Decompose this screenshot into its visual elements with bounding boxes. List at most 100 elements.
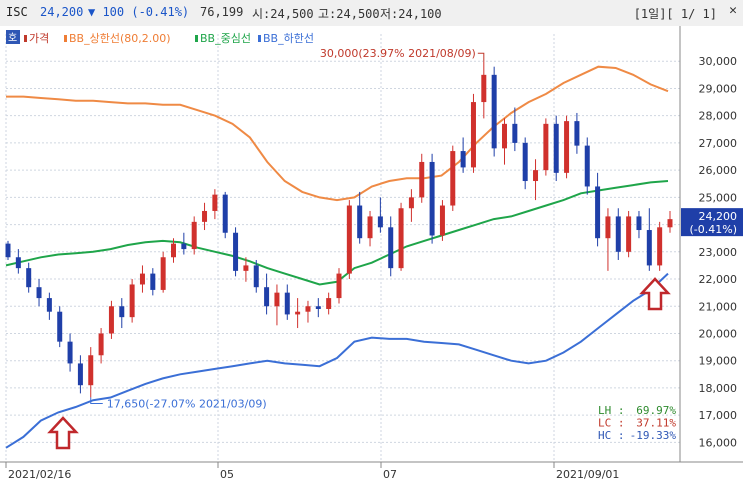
candle-body (553, 123, 559, 173)
candle-body (429, 161, 435, 236)
period-range[interactable]: [1일][ 1/ 1] (634, 5, 717, 22)
candle-body (595, 186, 601, 239)
candle-body (243, 265, 249, 271)
candle-body (398, 208, 404, 269)
candle-body (274, 292, 280, 307)
chart-background (0, 26, 743, 483)
stat-label: LH : (598, 404, 625, 417)
candle-body (367, 216, 373, 239)
candle-body (171, 243, 176, 258)
y-tick-label: 28,000 (699, 110, 738, 123)
x-tick-label: 2021/09/01 (556, 468, 619, 481)
candle-body (574, 121, 580, 146)
candle-body (108, 306, 114, 334)
quote-bar: ISC 24,200 ▼ 100 (-0.41%) 76,199 시:24,50… (0, 0, 743, 27)
candle-body (15, 257, 21, 269)
candle-body (460, 151, 466, 168)
candle-body (295, 311, 301, 315)
candle-body (481, 74, 487, 103)
candle-body (377, 216, 383, 228)
candle-body (439, 205, 445, 236)
stat-label: HC : (598, 429, 625, 442)
legend-corner-label: 호 (8, 32, 17, 44)
candle-body (160, 257, 166, 290)
candle-body (336, 273, 342, 299)
candle-body (77, 363, 83, 386)
candle-body (626, 216, 632, 252)
candle-body (533, 170, 539, 182)
volume: 76,199 (200, 5, 244, 19)
high-price: 고:24,500 (318, 7, 380, 21)
current-change-label: (-0.41%) (690, 223, 738, 236)
y-tick-label: 26,000 (699, 164, 738, 177)
candle-body (67, 341, 73, 364)
candle-body (326, 298, 332, 309)
candle-body (222, 194, 228, 233)
legend-item-label: BB_하한선 (263, 31, 314, 45)
candle-body (646, 230, 652, 266)
stat-label: LC : (598, 417, 625, 430)
candle-body (502, 123, 507, 149)
candle-body (657, 227, 663, 266)
ticker-symbol: ISC (6, 5, 28, 19)
low-annotation-label: 17,650(-27.07% 2021/03/09) (107, 397, 267, 410)
candle-body (26, 268, 32, 288)
legend-item-label: 가격 (29, 32, 49, 45)
candle-body (5, 243, 11, 258)
candle-body (36, 287, 42, 299)
legend-item-label: BB_중심선 (200, 32, 251, 45)
price-change: ▼ 100 (-0.41%) (88, 5, 190, 19)
candle-body (491, 74, 497, 149)
candle-body (605, 216, 611, 239)
candle-body (88, 355, 94, 386)
y-tick-label: 18,000 (699, 382, 738, 395)
low-price: 저:24,100 (380, 7, 442, 21)
y-tick-label: 23,000 (699, 246, 738, 259)
legend-swatch (195, 35, 198, 42)
y-tick-label: 22,000 (699, 273, 738, 286)
y-tick-label: 29,000 (699, 82, 738, 95)
candle-body (419, 161, 425, 198)
high-annotation-label: 30,000(23.97% 2021/08/09) (320, 47, 476, 60)
candle-body (584, 145, 590, 187)
x-tick-label: 05 (220, 468, 234, 481)
candle-body (543, 123, 549, 171)
last-price: 24,200 (40, 5, 84, 19)
candle-body (119, 306, 125, 318)
legend-swatch (24, 35, 27, 42)
candle-body (212, 194, 218, 211)
candle-body (388, 227, 394, 269)
candle-body (315, 306, 321, 309)
chart-window: ISC 24,200 ▼ 100 (-0.41%) 76,199 시:24,50… (0, 0, 743, 483)
candle-body (450, 151, 456, 206)
x-tick-label: 07 (383, 468, 397, 481)
candle-body (98, 333, 104, 356)
current-price-label: 24,200 (699, 210, 738, 223)
y-tick-label: 30,000 (699, 55, 738, 68)
legend-item-label: BB_상한선(80,2.00) (69, 32, 171, 45)
candle-body (181, 243, 187, 250)
y-tick-label: 17,000 (699, 409, 738, 422)
open-price: 시:24,500 (252, 7, 314, 21)
y-tick-label: 20,000 (699, 327, 738, 340)
candle-body (150, 273, 156, 290)
x-tick-label: 2021/02/16 (8, 468, 71, 481)
y-tick-label: 19,000 (699, 355, 738, 368)
y-tick-label: 27,000 (699, 137, 738, 150)
candle-body (57, 311, 63, 342)
y-tick-label: 16,000 (699, 436, 738, 449)
candle-body (512, 123, 518, 143)
legend-swatch (258, 35, 261, 42)
candle-body (357, 205, 363, 239)
close-icon[interactable]: ✕ (729, 3, 737, 18)
candlestick-chart[interactable]: 16,000 17,000 18,000 19,000 20,000 21,000 22,0… (0, 26, 743, 483)
candle-body (264, 287, 270, 307)
candle-body (564, 121, 570, 173)
candle-body (191, 221, 197, 250)
stat-value: -19.33% (630, 429, 677, 442)
candle-body (667, 219, 673, 228)
candle-body (636, 216, 642, 231)
candle-body (305, 306, 311, 312)
y-tick-label: 21,000 (699, 300, 738, 313)
candle-body (202, 210, 208, 222)
